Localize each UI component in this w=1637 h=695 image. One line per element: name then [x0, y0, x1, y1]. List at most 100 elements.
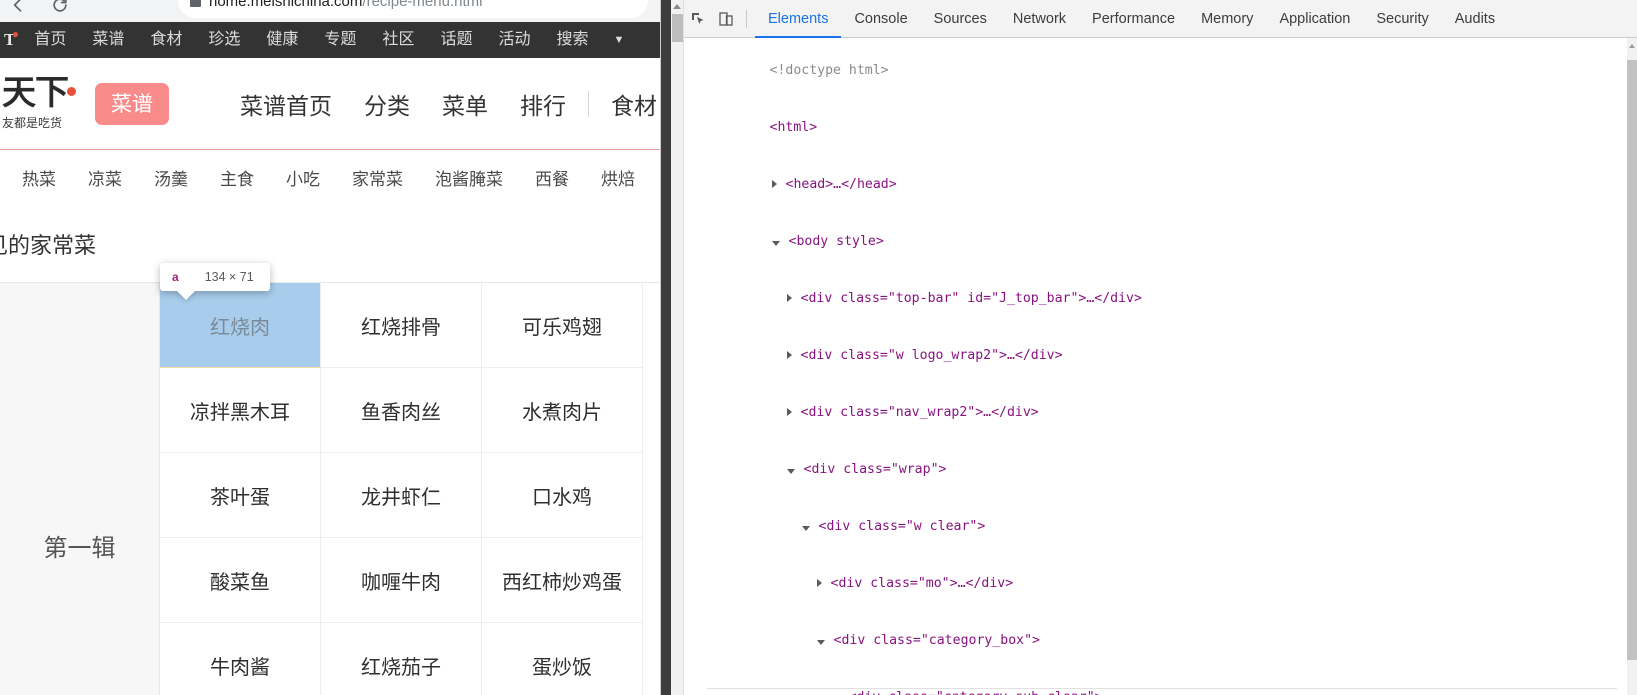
tab-memory[interactable]: Memory: [1188, 0, 1266, 38]
twisty-open-icon[interactable]: [801, 526, 810, 531]
twisty-open-icon[interactable]: [771, 241, 780, 246]
recipe-cell-11[interactable]: 西红柿炒鸡蛋: [482, 538, 643, 623]
main-nav-item-3[interactable]: 排行: [504, 87, 582, 121]
topbar-item-5[interactable]: 专题: [311, 22, 369, 58]
main-nav-item-4[interactable]: 食材: [595, 87, 660, 121]
tab-sources[interactable]: Sources: [921, 0, 1000, 38]
recipe-cell-4[interactable]: 鱼香肉丝: [321, 368, 482, 453]
devtools-toolbar: Elements Console Sources Network Perform…: [684, 0, 1637, 38]
page-viewport: T 首页 菜谱 食材 珍选 健康 专题 社区 话题 活动 搜索 ▼ 天下 友都是…: [0, 22, 660, 695]
recipe-cell-10[interactable]: 咖喱牛肉: [321, 538, 482, 623]
div-categorysub-tag: <div class="category_sub clear">: [849, 690, 1103, 695]
recipe-cell-1[interactable]: 红烧排骨: [321, 283, 482, 368]
sub-nav: 热菜 凉菜 汤羹 主食 小吃 家常菜 泡酱腌菜 西餐 烘焙: [0, 150, 660, 204]
sub-nav-item-3[interactable]: 主食: [204, 165, 270, 190]
dom-row-doctype: <!doctype html>: [684, 42, 1627, 99]
dom-row-body[interactable]: <body style>: [684, 213, 1627, 270]
main-nav-item-2[interactable]: 菜单: [426, 87, 504, 121]
address-bar[interactable]: home.meishichina.com/recipe-menu.html: [178, 0, 648, 18]
dom-row-logowrap[interactable]: <div class="w logo_wrap2">…</div>: [684, 327, 1627, 384]
dom-row-categorybox[interactable]: <div class="category_box">: [684, 612, 1627, 669]
sub-nav-item-6[interactable]: 泡酱腌菜: [419, 165, 519, 190]
toolbar-divider: [746, 9, 747, 28]
twisty-open-icon[interactable]: [816, 640, 825, 645]
twisty-closed-icon[interactable]: [771, 180, 777, 188]
top-bar-logo-icon[interactable]: T: [2, 30, 19, 50]
main-nav-item-1[interactable]: 分类: [348, 87, 426, 121]
twisty-closed-icon[interactable]: [786, 294, 792, 302]
dom-tree[interactable]: <!doctype html> <html> <head>…</head> <b…: [684, 38, 1627, 695]
scroll-up-arrow-icon[interactable]: [673, 4, 681, 9]
device-toolbar-icon[interactable]: [712, 0, 740, 38]
topbar-item-7[interactable]: 话题: [427, 22, 485, 58]
tab-performance[interactable]: Performance: [1079, 0, 1188, 38]
recipe-cell-7[interactable]: 龙井虾仁: [321, 453, 482, 538]
dom-row-head[interactable]: <head>…</head>: [684, 156, 1627, 213]
screenshot-root: home.meishichina.com/recipe-menu.html T …: [0, 0, 1637, 695]
sub-nav-item-7[interactable]: 西餐: [519, 165, 585, 190]
recipe-cell-3[interactable]: 凉拌黑木耳: [160, 368, 321, 453]
chevron-down-icon[interactable]: ▼: [602, 22, 637, 58]
recipe-cell-12[interactable]: 牛肉酱: [160, 623, 321, 695]
dom-row-wrap[interactable]: <div class="wrap">: [684, 441, 1627, 498]
sub-nav-item-2[interactable]: 汤羹: [138, 165, 204, 190]
page-content: 常见的家常菜 第一辑 红烧肉 红烧排骨 可乐鸡翅 凉拌黑木耳 鱼香肉丝 水煮肉片…: [0, 204, 660, 695]
dom-row-html[interactable]: <html>: [684, 99, 1627, 156]
twisty-closed-icon[interactable]: [786, 351, 792, 359]
tab-application[interactable]: Application: [1266, 0, 1363, 38]
site-top-bar: T 首页 菜谱 食材 珍选 健康 专题 社区 话题 活动 搜索 ▼: [0, 22, 660, 58]
browser-nav-icons: [0, 0, 170, 22]
recipe-cell-13[interactable]: 红烧茄子: [321, 623, 482, 695]
twisty-open-icon[interactable]: [786, 469, 795, 474]
topbar-item-9[interactable]: 搜索: [543, 22, 601, 58]
logo-dot-icon: [13, 32, 19, 37]
recipe-cell-5[interactable]: 水煮肉片: [482, 368, 643, 453]
sub-nav-item-0[interactable]: 热菜: [6, 165, 72, 190]
main-nav-item-0[interactable]: 菜谱首页: [224, 87, 348, 121]
dom-tree-bottom-divider: [707, 688, 1617, 689]
reload-icon[interactable]: [50, 0, 70, 15]
topbar-item-3[interactable]: 珍选: [195, 22, 253, 58]
dom-row-topbar[interactable]: <div class="top-bar" id="J_top_bar">…</d…: [684, 270, 1627, 327]
topbar-item-1[interactable]: 菜谱: [79, 22, 137, 58]
scrollbar-thumb[interactable]: [672, 14, 683, 42]
dom-row-navwrap[interactable]: <div class="nav_wrap2">…</div>: [684, 384, 1627, 441]
devtools-scrollbar[interactable]: [1627, 38, 1637, 695]
tab-elements[interactable]: Elements: [755, 0, 841, 38]
topbar-item-8[interactable]: 活动: [485, 22, 543, 58]
recipe-cell-14[interactable]: 蛋炒饭: [482, 623, 643, 695]
tab-console[interactable]: Console: [841, 0, 920, 38]
topbar-item-0[interactable]: 首页: [21, 22, 79, 58]
dom-row-wclear[interactable]: <div class="w clear">: [684, 498, 1627, 555]
page-scrollbar[interactable]: [671, 0, 684, 695]
tab-audits[interactable]: Audits: [1442, 0, 1508, 38]
topbar-item-6[interactable]: 社区: [369, 22, 427, 58]
dom-row-mo[interactable]: <div class="mo">…</div>: [684, 555, 1627, 612]
twisty-closed-icon[interactable]: [816, 579, 822, 587]
section-title: 常见的家常菜: [0, 233, 97, 258]
brand-subtitle: 友都是吃货: [2, 115, 63, 130]
devtools-scrollbar-thumb[interactable]: [1627, 60, 1637, 660]
sub-nav-item-1[interactable]: 凉菜: [72, 165, 138, 190]
recipe-badge[interactable]: 菜谱: [95, 82, 169, 125]
recipe-cell-6[interactable]: 茶叶蛋: [160, 453, 321, 538]
dom-row-categorysub[interactable]: <div class="category_sub clear">: [684, 669, 1627, 695]
recipe-cell-2[interactable]: 可乐鸡翅: [482, 283, 643, 368]
recipe-cell-8[interactable]: 口水鸡: [482, 453, 643, 538]
recipe-cell-9[interactable]: 酸菜鱼: [160, 538, 321, 623]
topbar-item-4[interactable]: 健康: [253, 22, 311, 58]
sub-nav-item-8[interactable]: 烘焙: [585, 165, 651, 190]
site-brand[interactable]: 天下 友都是吃货: [2, 75, 80, 131]
back-arrow-icon[interactable]: [8, 0, 28, 15]
scroll-up-arrow-icon[interactable]: [1629, 44, 1635, 48]
tab-network[interactable]: Network: [1000, 0, 1079, 38]
tab-security[interactable]: Security: [1363, 0, 1441, 38]
sub-nav-item-5[interactable]: 家常菜: [336, 165, 419, 190]
topbar-item-2[interactable]: 食材: [137, 22, 195, 58]
div-categorybox-tag: <div class="category_box">: [833, 633, 1040, 648]
sub-nav-item-4[interactable]: 小吃: [270, 165, 336, 190]
div-logowrap-tag: <div class="w logo_wrap2">…</div>: [800, 348, 1063, 363]
inspect-element-icon[interactable]: [684, 0, 712, 38]
twisty-closed-icon[interactable]: [786, 408, 792, 416]
lock-icon: [190, 0, 201, 7]
